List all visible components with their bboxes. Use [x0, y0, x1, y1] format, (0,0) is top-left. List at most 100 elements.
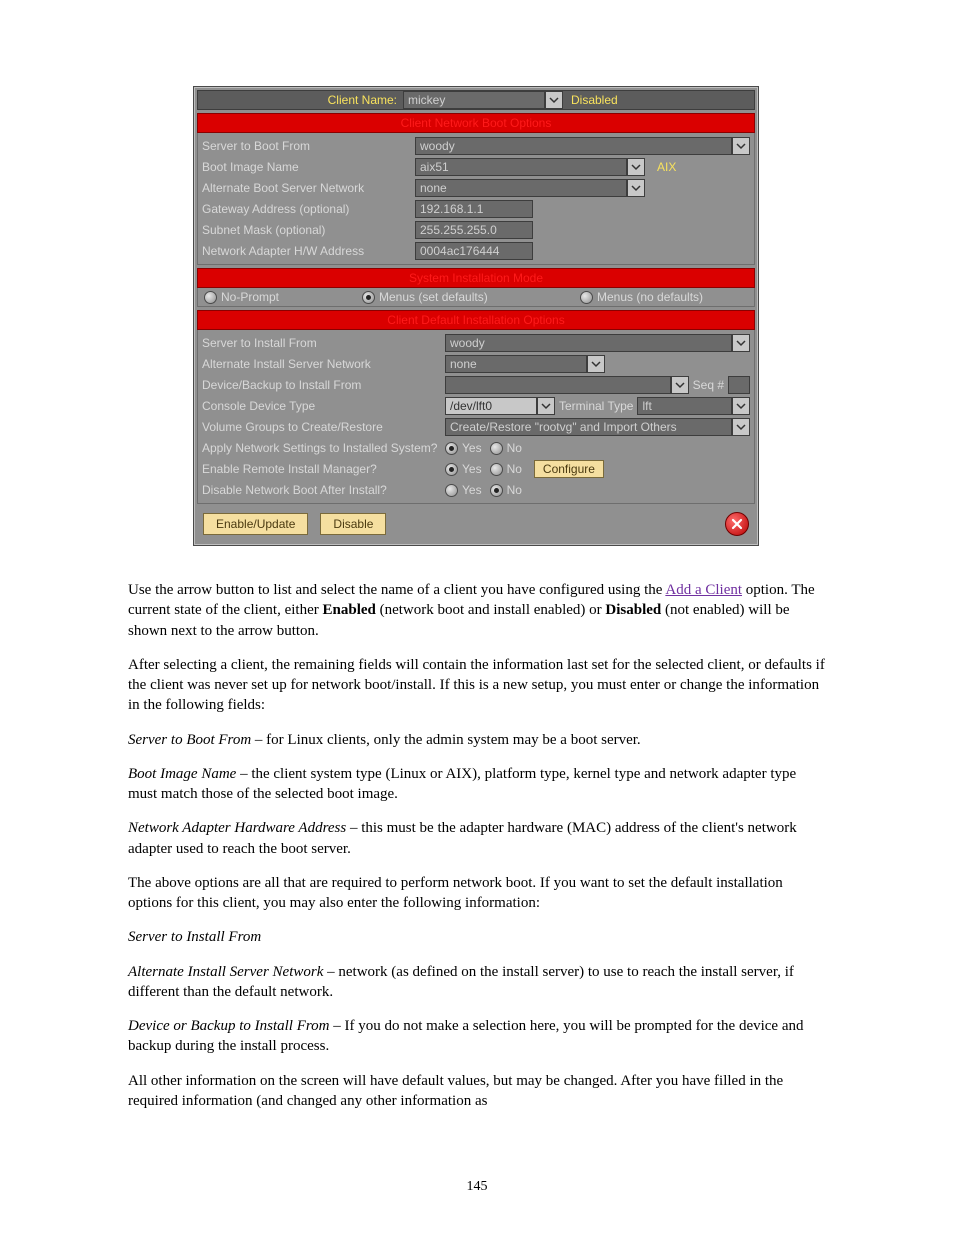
apply-net-no-option[interactable]: No [490, 441, 522, 455]
alt-boot-net-label: Alternate Boot Server Network [202, 181, 415, 195]
paragraph: The above options are all that are requi… [128, 873, 828, 914]
paragraph: All other information on the screen will… [128, 1071, 828, 1112]
install-mode-row: No-Prompt Menus (set defaults) Menus (no… [197, 288, 755, 307]
page-number: 145 [0, 1179, 954, 1195]
mode-no-prompt-option[interactable]: No-Prompt [204, 290, 354, 304]
console-device-input[interactable]: /dev/lft0 [445, 397, 537, 415]
client-name-dropdown-button[interactable] [545, 91, 563, 109]
client-name-bar: Client Name: mickey Disabled [197, 90, 755, 110]
server-boot-dropdown-button[interactable] [732, 137, 750, 155]
rim-label: Enable Remote Install Manager? [202, 462, 445, 476]
rim-yes-label: Yes [462, 462, 482, 476]
chevron-down-icon [736, 401, 746, 411]
client-name-label: Client Name: [202, 93, 403, 107]
gateway-input[interactable]: 192.168.1.1 [415, 200, 533, 218]
boot-image-label: Boot Image Name [202, 160, 415, 174]
radio-icon [490, 463, 503, 476]
alt-install-net-input[interactable]: none [445, 355, 587, 373]
server-boot-input[interactable]: woody [415, 137, 732, 155]
rim-no-option[interactable]: No [490, 462, 522, 476]
subnet-label: Subnet Mask (optional) [202, 223, 415, 237]
client-status-label: Disabled [563, 93, 618, 107]
chevron-down-icon [541, 401, 551, 411]
section-body-boot: Server to Boot From woody Boot Image Nam… [197, 133, 755, 265]
field-item: Boot Image Name – the client system type… [128, 764, 828, 805]
dialog-footer: Enable/Update Disable [197, 504, 755, 542]
chevron-down-icon [631, 162, 641, 172]
chevron-down-icon [736, 422, 746, 432]
volume-groups-input[interactable]: Create/Restore "rootvg" and Import Other… [445, 418, 732, 436]
console-device-dropdown-button[interactable] [537, 397, 555, 415]
radio-icon [580, 291, 593, 304]
server-install-dropdown-button[interactable] [732, 334, 750, 352]
field-item: Server to Install From [128, 927, 828, 947]
chevron-down-icon [549, 95, 559, 105]
disable-boot-yes-label: Yes [462, 483, 482, 497]
apply-net-yes-option[interactable]: Yes [445, 441, 482, 455]
mode-menus-nodefaults-option[interactable]: Menus (no defaults) [580, 290, 703, 304]
rim-no-label: No [507, 462, 522, 476]
boot-image-dropdown-button[interactable] [627, 158, 645, 176]
hw-address-input[interactable]: 0004ac176444 [415, 242, 533, 260]
section-header-boot: Client Network Boot Options [197, 113, 755, 133]
server-install-input[interactable]: woody [445, 334, 732, 352]
chevron-down-icon [675, 380, 685, 390]
mode-menus-nodefaults-label: Menus (no defaults) [597, 290, 703, 304]
paragraph: Use the arrow button to list and select … [128, 580, 828, 641]
enable-update-button[interactable]: Enable/Update [203, 513, 308, 535]
close-icon [731, 518, 743, 530]
chevron-down-icon [591, 359, 601, 369]
seq-input[interactable] [728, 376, 750, 394]
configure-button[interactable]: Configure [534, 460, 604, 478]
mode-menus-defaults-option[interactable]: Menus (set defaults) [362, 290, 572, 304]
disable-boot-no-label: No [507, 483, 522, 497]
apply-net-label: Apply Network Settings to Installed Syst… [202, 441, 445, 455]
server-boot-label: Server to Boot From [202, 139, 415, 153]
alt-install-net-label: Alternate Install Server Network [202, 357, 445, 371]
apply-net-yes-label: Yes [462, 441, 482, 455]
mode-menus-defaults-label: Menus (set defaults) [379, 290, 488, 304]
radio-icon [445, 484, 458, 497]
boot-image-type-tag: AIX [645, 160, 676, 174]
device-backup-input[interactable] [445, 376, 671, 394]
network-boot-dialog: Client Name: mickey Disabled Client Netw… [193, 86, 759, 546]
disable-button[interactable]: Disable [320, 513, 386, 535]
chevron-down-icon [631, 183, 641, 193]
terminal-type-dropdown-button[interactable] [732, 397, 750, 415]
disable-boot-label: Disable Network Boot After Install? [202, 483, 445, 497]
alt-boot-net-dropdown-button[interactable] [627, 179, 645, 197]
radio-icon [362, 291, 375, 304]
disable-boot-no-option[interactable]: No [490, 483, 522, 497]
seq-label: Seq # [689, 378, 728, 392]
client-name-input[interactable]: mickey [403, 91, 545, 109]
radio-icon [490, 442, 503, 455]
hw-address-label: Network Adapter H/W Address [202, 244, 415, 258]
apply-net-no-label: No [507, 441, 522, 455]
document-body: Use the arrow button to list and select … [128, 580, 828, 1125]
field-item: Alternate Install Server Network – netwo… [128, 962, 828, 1003]
volume-groups-dropdown-button[interactable] [732, 418, 750, 436]
disable-boot-yes-option[interactable]: Yes [445, 483, 482, 497]
terminal-type-label: Terminal Type [555, 399, 637, 413]
device-backup-label: Device/Backup to Install From [202, 378, 445, 392]
section-body-install: Server to Install From woody Alternate I… [197, 330, 755, 504]
field-item: Network Adapter Hardware Address – this … [128, 818, 828, 859]
section-header-mode: System Installation Mode [197, 268, 755, 288]
alt-boot-net-input[interactable]: none [415, 179, 627, 197]
radio-icon [445, 442, 458, 455]
chevron-down-icon [736, 338, 746, 348]
field-item: Device or Backup to Install From – If yo… [128, 1016, 828, 1057]
device-backup-dropdown-button[interactable] [671, 376, 689, 394]
rim-yes-option[interactable]: Yes [445, 462, 482, 476]
radio-icon [490, 484, 503, 497]
close-button[interactable] [725, 512, 749, 536]
alt-install-net-dropdown-button[interactable] [587, 355, 605, 373]
section-header-install: Client Default Installation Options [197, 310, 755, 330]
chevron-down-icon [736, 141, 746, 151]
boot-image-input[interactable]: aix51 [415, 158, 627, 176]
paragraph: After selecting a client, the remaining … [128, 655, 828, 716]
add-client-link[interactable]: Add a Client [665, 582, 742, 598]
radio-icon [445, 463, 458, 476]
terminal-type-input[interactable]: lft [637, 397, 732, 415]
subnet-input[interactable]: 255.255.255.0 [415, 221, 533, 239]
